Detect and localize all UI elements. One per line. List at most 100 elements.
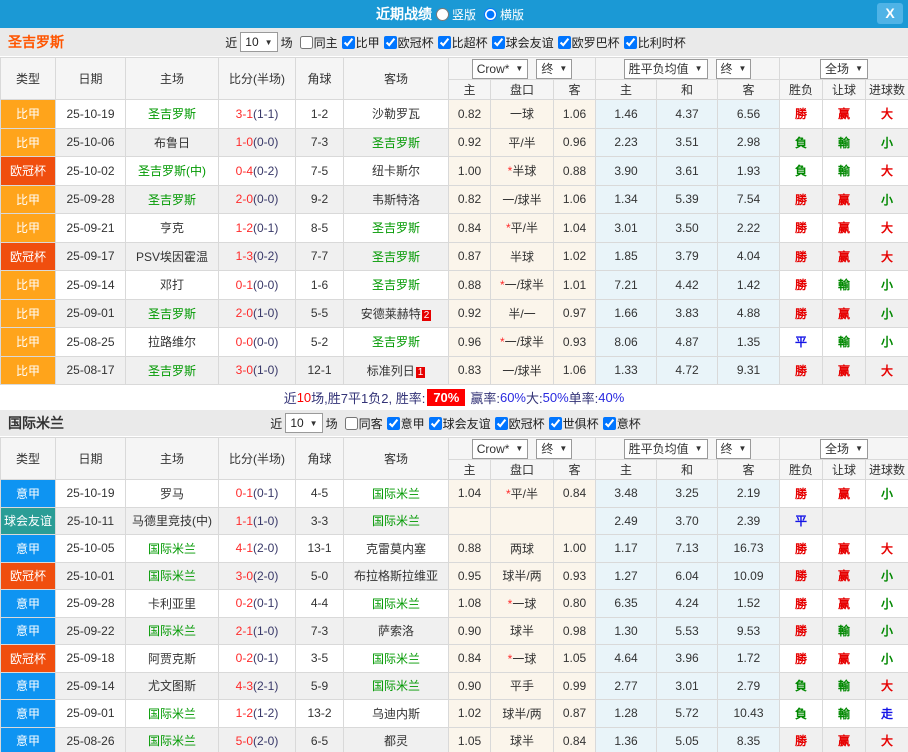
league-checkbox-box[interactable]	[386, 416, 400, 430]
result-handicap-cell-value: 輸	[838, 706, 851, 721]
league-checkbox[interactable]: 欧罗巴杯	[557, 34, 620, 51]
half-time-score: (2-1)	[253, 678, 279, 693]
handicap-home-odds: 0.95	[448, 561, 491, 590]
avg-final-select[interactable]: 终 ▼	[715, 58, 752, 79]
same-venue-checkbox-box[interactable]	[344, 416, 358, 430]
league-checkbox-label: 欧冠杯	[397, 35, 434, 50]
handicap-home-odds: 0.90	[448, 671, 491, 700]
sub-col-header: 进球数	[865, 79, 908, 100]
corner-cell: 7-3	[295, 616, 344, 645]
result-goals-cell: 小	[865, 298, 908, 328]
score-cell: 2-0(0-0)	[218, 184, 296, 214]
avg-select[interactable]: 胜平负均值 ▼	[623, 58, 708, 79]
avg-home-odds: 1.27	[595, 561, 657, 590]
result-goals-cell: 走	[865, 699, 908, 728]
league-checkbox[interactable]: 意杯	[602, 415, 641, 432]
same-venue-checkbox[interactable]: 同客	[344, 415, 383, 432]
odds-source-select[interactable]: Crow* ▼	[471, 438, 529, 459]
away-team-name: 韦斯特洛	[371, 192, 420, 207]
league-checkbox-box[interactable]	[428, 416, 442, 430]
vertical-layout-option[interactable]: 竖版	[435, 6, 476, 23]
result-handicap-cell: 輸	[822, 671, 867, 700]
avg-away-odds: 16.73	[716, 534, 781, 563]
league-checkbox[interactable]: 世俱杯	[548, 415, 599, 432]
result-handicap-cell: 赢	[822, 534, 867, 563]
result-goals-cell: 小	[865, 616, 908, 645]
result-handicap-cell-value: 輸	[838, 679, 851, 694]
date-cell: 25-09-01	[55, 699, 126, 728]
corner-cell: 13-1	[295, 534, 344, 563]
half-time-score: (1-0)	[253, 623, 279, 638]
league-checkbox-box[interactable]	[383, 35, 397, 49]
date-cell: 25-09-28	[55, 184, 126, 214]
full-time-score: 3-1	[235, 106, 253, 121]
home-team-name: 马德里竞技(中)	[132, 514, 212, 529]
league-type-badge: 比甲	[0, 184, 56, 214]
full-time-score: 3-0	[235, 568, 253, 583]
summary-part: 场,胜7平1负2, 胜率:	[311, 391, 426, 406]
odds-final-select[interactable]: 终 ▼	[536, 438, 573, 459]
league-checkbox[interactable]: 意甲	[386, 415, 425, 432]
avg-away-odds: 1.35	[716, 327, 781, 357]
league-checkbox[interactable]: 比甲	[341, 34, 380, 51]
odds-source-select[interactable]: Crow* ▼	[471, 58, 529, 79]
league-checkbox[interactable]: 球会友谊	[428, 415, 491, 432]
league-checkbox-box[interactable]	[557, 35, 571, 49]
scope-select[interactable]: 全场 ▼	[820, 438, 868, 459]
same-venue-checkbox[interactable]: 同主	[299, 34, 338, 51]
table-row: 意甲 25-09-28 卡利亚里 0-2(0-1) 4-4 国际米兰 1.08 *一球 0.80…	[0, 589, 908, 618]
home-team-cell: 亨克	[125, 213, 219, 243]
result-handicap-cell: 赢	[822, 99, 867, 129]
league-checkbox-box[interactable]	[548, 416, 562, 430]
handicap-home-odds: 0.82	[448, 99, 491, 129]
home-team-name: 圣吉罗斯(中)	[138, 164, 206, 179]
titlebar: 近期战绩 竖版 横版 X	[0, 0, 908, 28]
handicap-cell: 两球	[490, 534, 554, 563]
home-team-name: 亨克	[159, 221, 184, 236]
horizontal-radio[interactable]	[484, 7, 497, 21]
recent-count-select[interactable]: 10 ▼	[285, 413, 323, 433]
chevron-down-icon: ▼	[559, 444, 568, 453]
league-checkbox[interactable]: 欧冠杯	[494, 415, 545, 432]
same-venue-checkbox-box[interactable]	[299, 35, 313, 49]
league-checkbox[interactable]: 比超杯	[437, 34, 488, 51]
half-time-score: (0-0)	[253, 334, 279, 349]
date-cell: 25-10-11	[55, 506, 126, 535]
result-goals-cell: 小	[865, 479, 908, 508]
scope-select[interactable]: 全场 ▼	[820, 58, 868, 79]
result-goals-cell-value: 大	[881, 164, 894, 179]
home-team-name: 国际米兰	[147, 569, 196, 584]
result-handicap-cell-value: 赢	[838, 596, 851, 611]
avg-away-odds: 10.43	[716, 699, 781, 728]
league-checkbox-box[interactable]	[494, 416, 508, 430]
horizontal-layout-option[interactable]: 横版	[484, 6, 524, 23]
recent-count-select[interactable]: 10 ▼	[240, 32, 278, 52]
avg-final-select[interactable]: 终 ▼	[715, 438, 752, 459]
full-time-score: 4-1	[235, 541, 253, 556]
home-team-name: 国际米兰	[147, 541, 196, 556]
league-checkbox-box[interactable]	[341, 35, 355, 49]
chevron-down-icon: ▼	[515, 444, 524, 453]
vertical-radio[interactable]	[435, 7, 449, 21]
league-checkbox-label: 欧罗巴杯	[571, 35, 620, 50]
result-handicap-cell-value: 赢	[838, 249, 851, 264]
league-checkbox[interactable]: 球会友谊	[491, 34, 554, 51]
league-checkbox[interactable]: 比利时杯	[623, 34, 686, 51]
league-checkbox-box[interactable]	[602, 416, 616, 430]
avg-home-odds: 1.33	[595, 355, 657, 385]
handicap-value: 一/球半	[504, 335, 544, 350]
odds-final-select[interactable]: 终 ▼	[536, 58, 573, 79]
league-type-badge: 欧冠杯	[0, 644, 56, 673]
close-icon[interactable]: X	[877, 3, 903, 24]
league-checkbox-box[interactable]	[437, 35, 451, 49]
result-goals-cell-value: 大	[881, 541, 894, 556]
league-checkbox-box[interactable]	[491, 35, 505, 49]
result-handicap-cell: 赢	[822, 726, 867, 752]
league-checkbox[interactable]: 欧冠杯	[383, 34, 434, 51]
league-checkbox-box[interactable]	[623, 35, 637, 49]
result-wdl-cell: 勝	[779, 644, 824, 673]
avg-draw-odds: 3.61	[656, 156, 718, 186]
summary-part: 10	[296, 390, 312, 405]
odds-source-select-value: Crow*	[476, 61, 510, 76]
avg-select[interactable]: 胜平负均值 ▼	[623, 438, 708, 459]
